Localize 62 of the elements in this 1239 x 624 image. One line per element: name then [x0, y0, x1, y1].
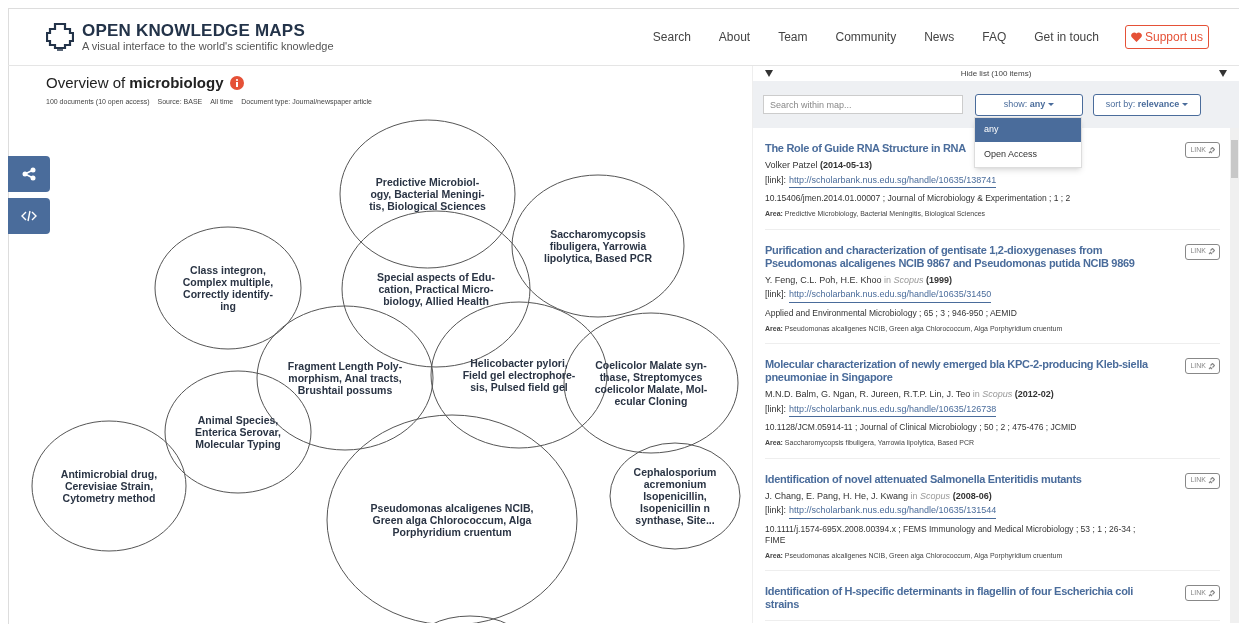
nav-link[interactable]: News [910, 27, 969, 46]
info-icon[interactable] [229, 76, 244, 91]
caret-icon [1048, 102, 1055, 106]
share-icon [22, 167, 36, 181]
paper-link[interactable]: http://scholarbank.nus.edu.sg/handle/10635/126738 [789, 402, 997, 417]
link-label: [link]: [765, 402, 786, 416]
paper-link[interactable]: http://scholarbank.nus.edu.sg/handle/10635/131544 [789, 504, 997, 519]
paper-title[interactable]: Identification of H-specific determinants in flagellin of four Escherichia coli strains [765, 585, 1156, 611]
link-icon [1208, 477, 1215, 484]
site-title: OPEN KNOWLEDGE MAPS [82, 21, 306, 39]
dropdown-option[interactable]: any [975, 118, 1081, 142]
paper-authors: Volker Patzel (2014-05-13) [765, 159, 874, 172]
topic-bubble[interactable] [31, 420, 187, 552]
nav-link[interactable]: Team [764, 27, 822, 46]
nav-link[interactable]: Search [638, 27, 705, 46]
nav-link[interactable]: FAQ [968, 27, 1021, 46]
paper-link[interactable]: http://scholarbank.nus.edu.sg/handle/10635/31450 [789, 288, 992, 303]
paper-title[interactable]: Purification and characterization of gentisate 1,2-dioxygenases from Pseudomonas alcaligenes NCIB 9867 and Pseudomonas putida NCIB 9869 [765, 243, 1156, 270]
link-label: [link]: [765, 504, 786, 517]
caret-icon [1182, 102, 1189, 106]
share-button[interactable] [8, 156, 50, 192]
paper-metadata: 10.15406/jmen.2014.01.00007 ; Journal of Microbiology & Experimentation ; 1 ; 2 [765, 193, 1072, 204]
paper-metadata: Applied and Environmental Microbiology ; 65 ; 3 ; 946-950 ; AEMID [765, 307, 1018, 319]
link-label: [link]: [765, 288, 786, 301]
topic-label[interactable]: Animal Species, Enterica Serovar, Molecular Typing [195, 414, 281, 450]
paper-metadata: 10.1111/j.1574-695X.2008.00394.x ; FEMS Immunology and Medical Microbiology ; 53 ; 1 ; 26-34 ; FIME [765, 523, 1137, 546]
nav-link[interactable]: About [704, 27, 765, 46]
nav-link[interactable]: Community [821, 27, 911, 46]
link-icon [1208, 248, 1215, 255]
paper-metadata: 10.1128/JCM.05914-11 ; Journal of Clinical Microbiology ; 50 ; 2 ; 475-476 ; JCMID [765, 422, 1078, 433]
hide-list-toggle[interactable]: Hide list (100 items) [960, 67, 1032, 80]
search-field[interactable]: Search within map... [763, 95, 963, 114]
topic-label[interactable]: Saccharomycopsis fibuligera, Yarrowia lipolytica, Based PCR [544, 228, 652, 264]
link-label: [link]: [765, 173, 786, 187]
paper-authors: Y. Feng, C.L. Poh, H.E. Khoo in Scopus (1999) [765, 273, 953, 287]
link-icon [1208, 146, 1215, 154]
link-icon [1208, 362, 1215, 370]
paper-link[interactable]: http://scholarbank.nus.edu.sg/handle/10635/138741 [789, 173, 997, 188]
link-icon [1208, 589, 1215, 597]
topic-label[interactable]: Helicobacter pylori, Field gel electrophore- sis, Pulsed field gel [462, 357, 576, 393]
heart-icon [1130, 31, 1142, 42]
paper-authors: M.N.D. Balm, G. Ngan, R. Jureen, R.T.P. Lin, J. Teo in Scopus (2012-02) [765, 388, 1055, 401]
nav-link[interactable]: Get in touch [1020, 27, 1113, 46]
scrollbar-thumb[interactable] [1231, 140, 1238, 178]
topic-label[interactable]: Predictive Microbiol- ogy, Bacterial Meningi- tis, Biological Sciences [369, 176, 486, 212]
map-title: Overview of microbiology [46, 73, 224, 93]
site-tagline: A visual interface to the world's scientific knowledge [82, 40, 334, 52]
paper-title[interactable]: The Role of Guide RNA Structure in RNA [765, 142, 966, 155]
code-icon [21, 210, 37, 222]
support-button[interactable]: Support us [1124, 24, 1209, 49]
logo-icon [46, 21, 74, 52]
topic-label[interactable]: Fragment Length Poly- morphism, Anal tracts, Brushtail possums [287, 360, 403, 396]
topic-label[interactable]: Special aspects of Edu- cation, Practical Micro- biology, Allied Health [377, 271, 495, 307]
show-filter-dropdown[interactable]: show: any [975, 93, 1083, 116]
topic-label[interactable]: Antimicrobial drug, Cerevisiae Strain, Cytometry method [60, 468, 158, 504]
paper-authors: J. Chang, E. Pang, H. He, J. Kwang in Scopus (2008-06) [765, 489, 993, 503]
topic-label[interactable]: Pseudomonas alcaligenes NCIB, Green alga Chlorococcum, Alga Porphyridium cruentum [370, 502, 534, 538]
dropdown-option[interactable]: Open Access [975, 142, 1081, 167]
sort-dropdown[interactable]: sort by: relevance [1093, 93, 1201, 116]
paper-title[interactable]: Identification of novel attenuated Salmonella Enteritidis mutants [765, 472, 1082, 486]
paper-title[interactable]: Molecular characterization of newly emerged bla KPC-2-producing Kleb-siella pneumoniae in Singapore [765, 358, 1156, 384]
embed-button[interactable] [8, 198, 50, 234]
